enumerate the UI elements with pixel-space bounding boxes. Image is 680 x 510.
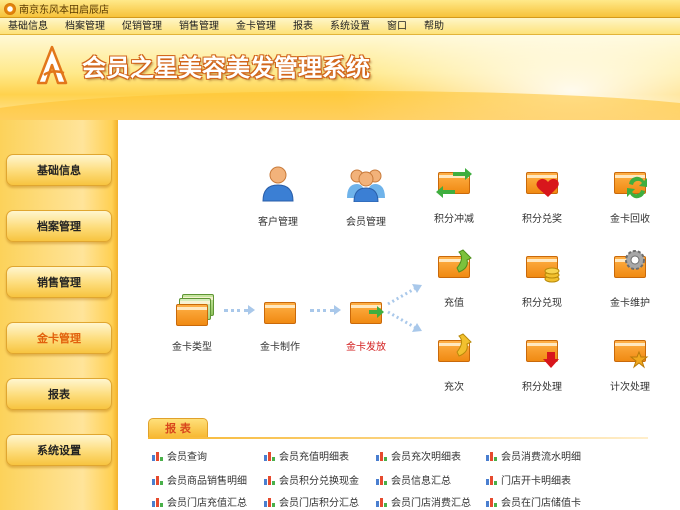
report-link[interactable]: 会员信息汇总 xyxy=(376,472,451,487)
sidebar-item-archive[interactable]: 档案管理 xyxy=(6,210,112,242)
app-icon xyxy=(4,2,16,15)
card-maintain-node[interactable]: 金卡维护 xyxy=(590,248,670,309)
chart-icon xyxy=(486,451,498,461)
count-process-node[interactable]: 计次处理 xyxy=(590,332,670,393)
card-make-label: 金卡制作 xyxy=(260,342,300,353)
card-recycle-node[interactable]: 金卡回收 xyxy=(590,164,670,225)
points-cash-icon xyxy=(523,248,561,286)
customer-icon xyxy=(262,166,294,202)
chart-icon xyxy=(376,475,388,485)
recharge-times-label: 充次 xyxy=(444,382,464,393)
points-offset-label: 积分冲减 xyxy=(434,214,474,225)
card-maintain-label: 金卡维护 xyxy=(610,298,650,309)
points-exchange-icon xyxy=(523,164,561,202)
chart-icon xyxy=(152,497,164,507)
menu-window[interactable]: 窗口 xyxy=(387,18,407,35)
report-link[interactable]: 门店开卡明细表 xyxy=(486,472,571,487)
card-issue-icon xyxy=(347,292,385,330)
report-link[interactable]: 会员积分兑换现金 xyxy=(264,472,359,487)
member-mgmt-label: 会员管理 xyxy=(346,217,386,228)
menu-archive[interactable]: 档案管理 xyxy=(65,18,105,35)
menu-reports[interactable]: 报表 xyxy=(293,18,313,35)
points-cash-label: 积分兑现 xyxy=(522,298,562,309)
points-offset-icon xyxy=(435,164,473,202)
chart-icon xyxy=(152,475,164,485)
flow-arrow xyxy=(310,309,334,312)
chart-icon xyxy=(486,475,498,485)
customer-mgmt-node[interactable]: 客户管理 xyxy=(238,164,318,228)
menu-basic-info[interactable]: 基础信息 xyxy=(8,18,48,35)
report-link[interactable]: 会员门店积分汇总 xyxy=(264,494,359,509)
report-link[interactable]: 会员消费流水明细 xyxy=(486,448,581,463)
chart-icon xyxy=(152,451,164,461)
reports-divider xyxy=(148,437,648,439)
chart-icon xyxy=(264,497,276,507)
card-maintain-icon xyxy=(611,248,649,286)
menu-bar: 基础信息 档案管理 促销管理 销售管理 金卡管理 报表 系统设置 窗口 帮助 xyxy=(0,18,680,35)
report-link[interactable]: 会员充值明细表 xyxy=(264,448,349,463)
card-issue-label: 金卡发放 xyxy=(346,342,386,353)
report-link[interactable]: 会员在门店储值卡 xyxy=(486,494,581,509)
card-type-icon xyxy=(173,292,214,330)
report-link[interactable]: 会员门店消费汇总 xyxy=(376,494,471,509)
menu-promotion[interactable]: 促销管理 xyxy=(122,18,162,35)
sidebar-item-gold-card[interactable]: 金卡管理 xyxy=(6,322,112,354)
report-link[interactable]: 会员商品销售明细 xyxy=(152,472,247,487)
menu-settings[interactable]: 系统设置 xyxy=(330,18,370,35)
points-process-icon xyxy=(523,332,561,370)
card-make-node[interactable]: 金卡制作 xyxy=(240,292,320,353)
sidebar-item-basic-info[interactable]: 基础信息 xyxy=(6,154,112,186)
menu-gold-card[interactable]: 金卡管理 xyxy=(236,18,276,35)
report-link[interactable]: 会员查询 xyxy=(152,448,207,463)
chart-icon xyxy=(376,497,388,507)
points-process-node[interactable]: 积分处理 xyxy=(502,332,582,393)
member-mgmt-node[interactable]: 会员管理 xyxy=(326,164,406,228)
points-process-label: 积分处理 xyxy=(522,382,562,393)
header-banner: 会员之星美容美发管理系统 xyxy=(0,35,680,120)
flow-branch-arrows xyxy=(387,284,422,332)
logo-icon xyxy=(36,45,68,85)
count-process-icon xyxy=(611,332,649,370)
count-process-label: 计次处理 xyxy=(610,382,650,393)
card-recycle-label: 金卡回收 xyxy=(610,214,650,225)
menu-help[interactable]: 帮助 xyxy=(424,18,444,35)
card-make-icon xyxy=(261,292,299,330)
points-cash-node[interactable]: 积分兑现 xyxy=(502,248,582,309)
page-title: 会员之星美容美发管理系统 xyxy=(82,54,370,82)
card-recycle-icon xyxy=(611,164,649,202)
recharge-times-node[interactable]: 充次 xyxy=(414,332,494,393)
points-exchange-node[interactable]: 积分兑奖 xyxy=(502,164,582,225)
recharge-node[interactable]: 充值 xyxy=(414,248,494,309)
report-link[interactable]: 会员充次明细表 xyxy=(376,448,461,463)
points-offset-node[interactable]: 积分冲减 xyxy=(414,164,494,225)
chart-icon xyxy=(264,451,276,461)
chart-icon xyxy=(264,475,276,485)
sidebar: 基础信息 档案管理 销售管理 金卡管理 报表 系统设置 xyxy=(0,120,118,510)
members-icon xyxy=(347,169,385,203)
flow-arrow-head xyxy=(248,305,255,315)
recharge-label: 充值 xyxy=(444,298,464,309)
card-type-label: 金卡类型 xyxy=(172,342,212,353)
customer-mgmt-label: 客户管理 xyxy=(258,217,298,228)
flow-arrow-head xyxy=(334,305,341,315)
sidebar-item-sales[interactable]: 销售管理 xyxy=(6,266,112,298)
report-link[interactable]: 会员门店充值汇总 xyxy=(152,494,247,509)
card-type-node[interactable]: 金卡类型 xyxy=(152,292,232,353)
sidebar-item-reports[interactable]: 报表 xyxy=(6,378,112,410)
chart-icon xyxy=(486,497,498,507)
chart-icon xyxy=(376,451,388,461)
recharge-times-icon xyxy=(435,332,473,370)
window-title: 南京东风本田启辰店 xyxy=(19,5,109,16)
recharge-icon xyxy=(435,248,473,286)
menu-sales[interactable]: 销售管理 xyxy=(179,18,219,35)
window-titlebar: 南京东风本田启辰店 xyxy=(0,0,680,18)
reports-tab[interactable]: 报 表 xyxy=(148,418,208,438)
sidebar-item-settings[interactable]: 系统设置 xyxy=(6,434,112,466)
flow-arrow xyxy=(224,309,248,312)
points-exchange-label: 积分兑奖 xyxy=(522,214,562,225)
